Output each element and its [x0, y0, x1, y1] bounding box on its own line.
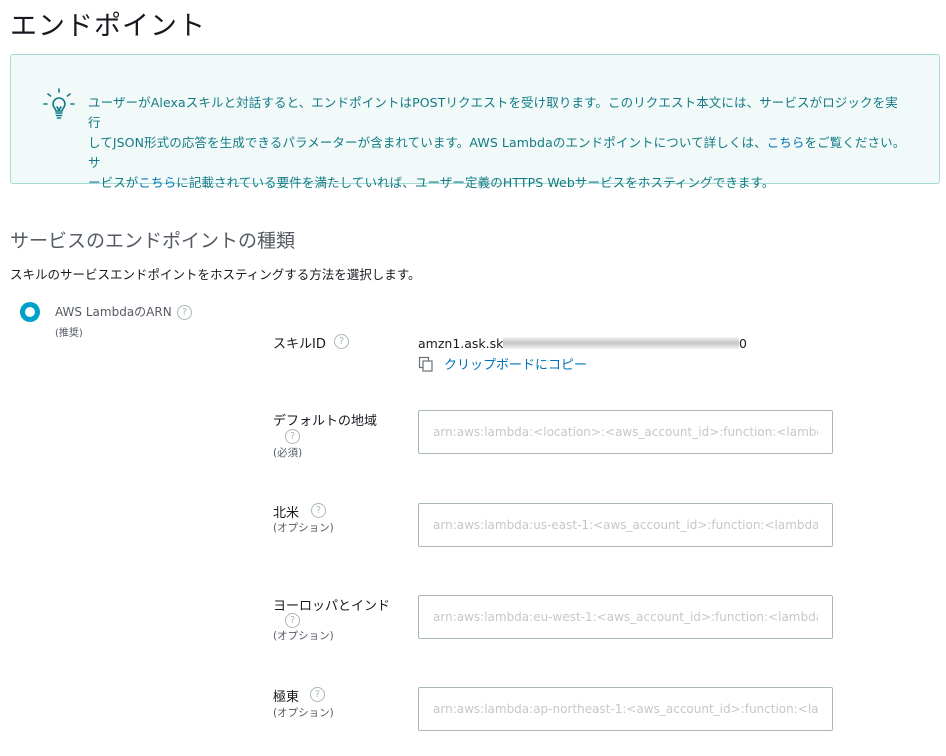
north-america-arn-input[interactable]	[418, 503, 833, 547]
default-region-arn-input[interactable]	[418, 410, 833, 454]
section-title: サービスのエンドポイントの種類	[10, 230, 296, 252]
lambda-docs-link[interactable]: こちら	[767, 135, 805, 150]
info-line-2-pre: してJSON形式の応答を生成できるパラメーターが含まれています。AWS Lamb…	[88, 135, 767, 150]
skill-id-label: スキルID	[273, 337, 326, 352]
far-east-arn-input[interactable]	[418, 687, 833, 731]
https-requirements-link[interactable]: こちら	[138, 175, 176, 190]
copy-to-clipboard-link[interactable]: クリップボードにコピー	[444, 354, 587, 373]
copy-icon[interactable]	[418, 356, 434, 372]
help-icon[interactable]: ?	[334, 334, 349, 349]
recommended-label: (推奨)	[55, 328, 83, 339]
north-america-label: 北米	[273, 506, 300, 521]
optional-label: (オプション)	[273, 522, 334, 534]
section-description: スキルのサービスエンドポイントをホスティングする方法を選択します。	[10, 267, 421, 282]
help-icon[interactable]: ?	[177, 305, 192, 320]
page-title: エンドポイント	[10, 11, 206, 42]
europe-india-arn-input[interactable]	[418, 595, 833, 639]
default-region-label: デフォルトの地域	[273, 414, 378, 429]
info-line-3-post: に記載されている要件を満たしていれば、ユーザー定義のHTTPS Webサービスを…	[176, 175, 775, 190]
help-icon[interactable]: ?	[285, 613, 300, 628]
optional-label: (オプション)	[273, 630, 334, 642]
far-east-label: 極東	[273, 690, 300, 705]
info-line-3-pre: ービスが	[88, 175, 139, 190]
lambda-arn-radio-label: AWS LambdaのARN	[55, 305, 172, 319]
optional-label: (オプション)	[273, 707, 334, 719]
europe-india-label: ヨーロッパとインド	[273, 599, 391, 614]
info-box: ユーザーがAlexaスキルと対話すると、エンドポイントはPOSTリクエストを受け…	[10, 54, 940, 190]
lambda-arn-radio[interactable]	[20, 302, 40, 322]
info-line-1: ユーザーがAlexaスキルと対話すると、エンドポイントはPOSTリクエストを受け…	[88, 95, 898, 130]
skill-id-value: amzn1.ask.skill	[418, 336, 514, 351]
help-icon[interactable]: ?	[311, 503, 326, 518]
info-text: ユーザーがAlexaスキルと対話すると、エンドポイントはPOSTリクエストを受け…	[88, 93, 908, 193]
required-label: (必須)	[273, 447, 303, 459]
help-icon[interactable]: ?	[285, 429, 300, 444]
redacted-skill-id	[503, 337, 739, 349]
lightbulb-icon	[43, 88, 75, 119]
skill-id-value-suffix: 0	[739, 336, 747, 351]
help-icon[interactable]: ?	[310, 687, 325, 702]
